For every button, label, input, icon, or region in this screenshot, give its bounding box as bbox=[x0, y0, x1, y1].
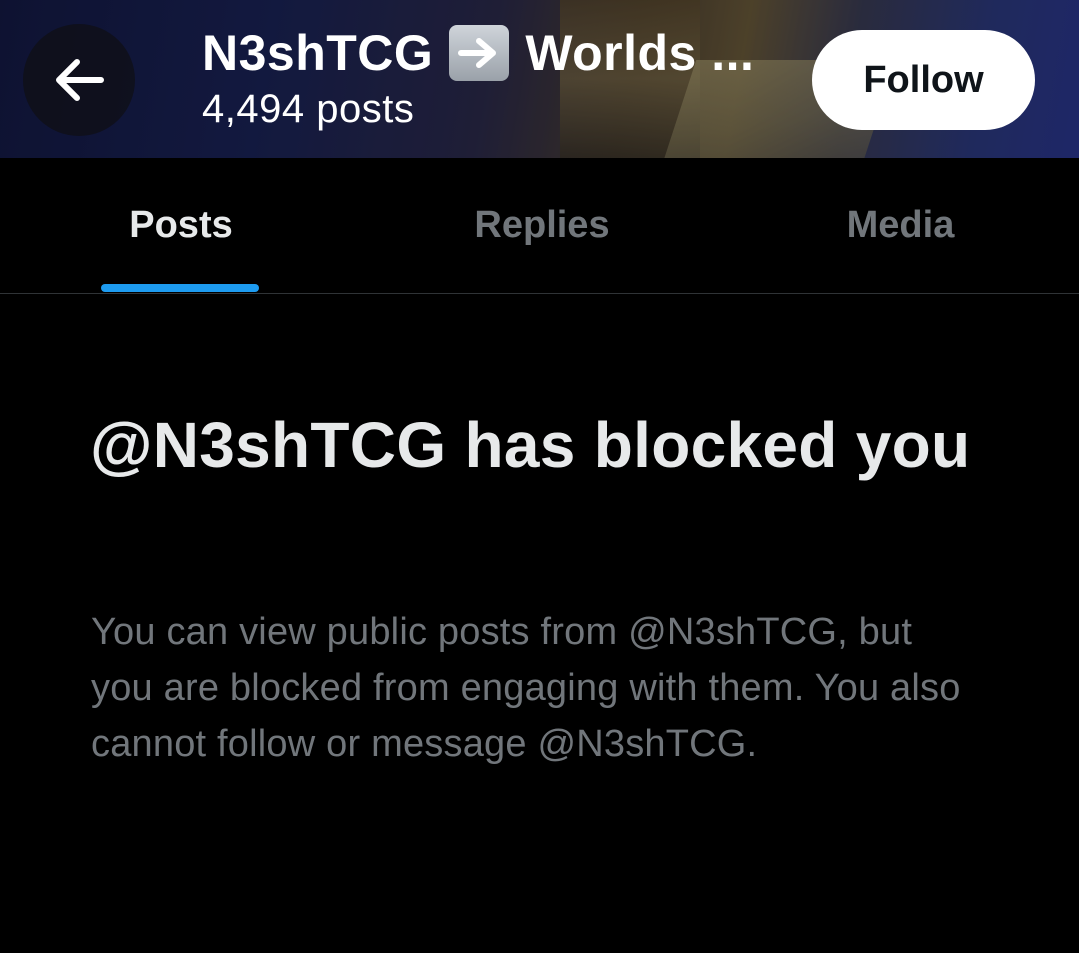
tab-replies[interactable]: Replies bbox=[362, 158, 722, 293]
back-button[interactable] bbox=[23, 24, 135, 136]
profile-name-prefix: N3shTCG bbox=[202, 25, 434, 81]
profile-name: N3shTCG Worlds ... bbox=[202, 22, 802, 84]
profile-header: N3shTCG Worlds ... 4,494 posts Follow bbox=[0, 0, 1079, 158]
blocked-heading: @N3shTCG has blocked you bbox=[90, 409, 971, 481]
tab-media[interactable]: Media bbox=[722, 158, 1079, 293]
follow-button[interactable]: Follow bbox=[812, 30, 1035, 130]
active-tab-indicator bbox=[101, 284, 259, 292]
tab-posts[interactable]: Posts bbox=[0, 158, 362, 293]
right-arrow-emoji-icon bbox=[449, 25, 510, 81]
profile-title-block: N3shTCG Worlds ... 4,494 posts bbox=[202, 22, 802, 134]
arrow-left-icon bbox=[56, 59, 104, 101]
post-count: 4,494 posts bbox=[202, 87, 415, 131]
profile-name-suffix: Worlds ... bbox=[525, 25, 755, 81]
blocked-description: You can view public posts from @N3shTCG,… bbox=[91, 611, 961, 765]
profile-tabs: Posts Replies Media bbox=[0, 158, 1079, 294]
